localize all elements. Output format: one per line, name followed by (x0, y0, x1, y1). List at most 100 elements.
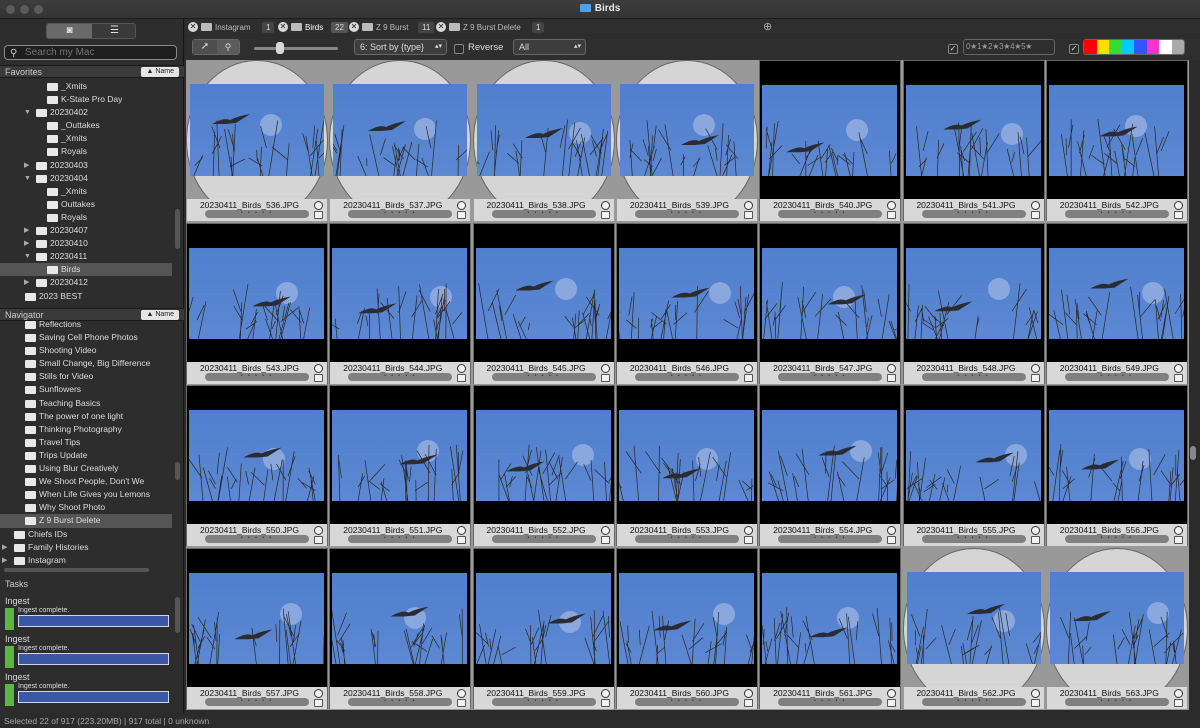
select-circle-icon[interactable] (1173, 526, 1183, 535)
tree-item[interactable]: Shooting Video (0, 344, 172, 357)
thumbnail[interactable]: 20230411_Birds_547.JPG • • • • • (759, 222, 902, 384)
sort-select[interactable]: 6: Sort by {type} ▴▾ (354, 39, 447, 55)
thumbnail-image[interactable] (333, 84, 468, 176)
favorites-sort-button[interactable]: ▲ Name (141, 67, 179, 77)
rating-bar[interactable]: • • • • • (491, 372, 596, 381)
tree-item[interactable]: ▶ 20230412 (0, 276, 172, 289)
rating-bar[interactable]: • • • • • (921, 535, 1026, 543)
rating-bar[interactable]: • • • • • (778, 372, 883, 381)
select-circle-icon[interactable] (887, 201, 897, 210)
tag-checkbox[interactable] (457, 373, 467, 382)
color-label-swatch[interactable] (1096, 40, 1109, 54)
thumbnail-image[interactable] (332, 572, 468, 664)
close-tab-icon[interactable]: ✕ (278, 22, 288, 32)
thumbnail-image[interactable] (619, 84, 754, 176)
color-label-swatch[interactable] (1146, 40, 1159, 54)
thumbnail-image[interactable] (762, 572, 898, 664)
color-label-swatch[interactable] (1121, 40, 1134, 54)
tag-checkbox[interactable] (1030, 373, 1040, 382)
thumbnail-image[interactable] (475, 572, 611, 664)
rating-bar[interactable]: • • • • • (778, 535, 883, 543)
tree-item[interactable]: The power of one light (0, 410, 172, 423)
disclosure-closed-icon[interactable]: ▶ (24, 159, 29, 172)
tag-checkbox[interactable] (1173, 698, 1183, 707)
select-circle-icon[interactable] (457, 526, 467, 535)
close-tab-icon[interactable]: ✕ (188, 22, 198, 32)
tag-checkbox[interactable] (314, 698, 323, 707)
select-circle-icon[interactable] (1030, 526, 1040, 535)
favorites-scrollbar[interactable] (175, 209, 180, 249)
tasks-scrollbar[interactable] (175, 597, 180, 633)
tree-item[interactable]: K-State Pro Day (0, 93, 172, 106)
thumbnail[interactable]: 20230411_Birds_558.JPG • • • • • (329, 547, 472, 709)
close-tab-icon[interactable]: ✕ (349, 22, 359, 32)
thumbnail[interactable]: 20230411_Birds_552.JPG • • • • • (472, 385, 615, 546)
rating-bar[interactable]: • • • • • (634, 697, 739, 706)
select-circle-icon[interactable] (314, 363, 323, 373)
disclosure-closed-icon[interactable]: ▶ (2, 554, 7, 567)
thumbnail-image[interactable] (618, 572, 754, 664)
thumbnail-image[interactable] (762, 85, 898, 176)
thumbnail-image[interactable] (1048, 85, 1184, 176)
tree-item[interactable]: Teaching Basics (0, 397, 172, 410)
rating-bar[interactable]: • • • • • (1064, 535, 1169, 543)
tag-checkbox[interactable] (314, 211, 323, 219)
rating-bar[interactable]: • • • • • (491, 535, 596, 543)
rating-bar[interactable]: • • • • • (921, 210, 1026, 218)
add-tab-icon[interactable]: ⊕ (763, 20, 772, 33)
thumbnail-image[interactable] (905, 410, 1041, 501)
thumbnail-image[interactable] (1049, 571, 1184, 664)
select-circle-icon[interactable] (600, 201, 610, 210)
tree-item[interactable]: We Shoot People, Don't We (0, 475, 172, 488)
tree-item[interactable]: Royals (0, 145, 172, 158)
rating-bar[interactable]: • • • • • (1064, 697, 1169, 706)
tag-checkbox[interactable] (1173, 536, 1183, 544)
tree-item[interactable]: _Xmits (0, 185, 172, 198)
grid-scrollbar[interactable] (1190, 446, 1196, 460)
thumbnail[interactable]: 20230411_Birds_557.JPG • • • • • (186, 547, 328, 709)
tree-item[interactable]: ▼ 20230411 (0, 250, 172, 263)
disclosure-closed-icon[interactable]: ▶ (24, 224, 29, 237)
select-circle-icon[interactable] (1173, 363, 1183, 373)
tree-item[interactable]: Stills for Video (0, 370, 172, 383)
list-icon[interactable]: ☰ (92, 24, 135, 38)
color-label-swatch[interactable] (1159, 40, 1172, 54)
tree-item[interactable]: ▼ 20230404 (0, 172, 172, 185)
reverse-checkbox[interactable] (454, 44, 464, 54)
thumbnail-image[interactable] (189, 247, 324, 339)
navigator-scrollbar[interactable] (175, 462, 180, 480)
select-circle-icon[interactable] (314, 526, 323, 535)
select-circle-icon[interactable] (600, 688, 610, 698)
pointer-icon[interactable]: ➚ (193, 40, 217, 54)
thumbnail-image[interactable] (332, 247, 468, 339)
thumbnail-image[interactable] (189, 410, 324, 501)
tag-checkbox[interactable] (314, 373, 323, 382)
rating-bar[interactable]: • • • • • (348, 210, 453, 218)
thumbnail[interactable]: 20230411_Birds_556.JPG • • • • • (1045, 385, 1188, 546)
thumbnail[interactable]: 20230411_Birds_541.JPG • • • • • (902, 60, 1045, 221)
tree-item[interactable]: _Xmits (0, 80, 172, 93)
tag-checkbox[interactable] (1173, 373, 1183, 382)
rating-bar[interactable]: • • • • • (778, 210, 883, 218)
tag-checkbox[interactable] (1030, 698, 1040, 707)
tree-item[interactable]: Outtakes (0, 198, 172, 211)
tree-item[interactable]: _Outtakes (0, 119, 172, 132)
rating-bar[interactable]: • • • • • (205, 535, 309, 543)
color-filter-checkbox[interactable]: ✓ (1069, 44, 1079, 54)
tag-checkbox[interactable] (600, 373, 610, 382)
thumbnail[interactable]: 20230411_Birds_549.JPG • • • • • (1045, 222, 1188, 384)
select-circle-icon[interactable] (743, 363, 753, 373)
thumbnail[interactable]: 20230411_Birds_560.JPG • • • • • (615, 547, 758, 709)
select-circle-icon[interactable] (743, 526, 753, 535)
tag-checkbox[interactable] (457, 698, 467, 707)
thumbnail-image[interactable] (906, 571, 1041, 664)
tag-checkbox[interactable] (887, 536, 897, 544)
rating-bar[interactable]: • • • • • (921, 697, 1026, 706)
rating-bar[interactable]: • • • • • (634, 372, 739, 381)
thumbnail[interactable]: 20230411_Birds_544.JPG • • • • • (329, 222, 472, 384)
tab-birds[interactable]: ✕ Birds 22 (278, 21, 351, 34)
rating-bar[interactable]: • • • • • (778, 697, 883, 706)
rating-bar[interactable]: • • • • • (921, 372, 1026, 381)
select-circle-icon[interactable] (743, 201, 753, 210)
thumbnail-image[interactable] (905, 247, 1041, 339)
